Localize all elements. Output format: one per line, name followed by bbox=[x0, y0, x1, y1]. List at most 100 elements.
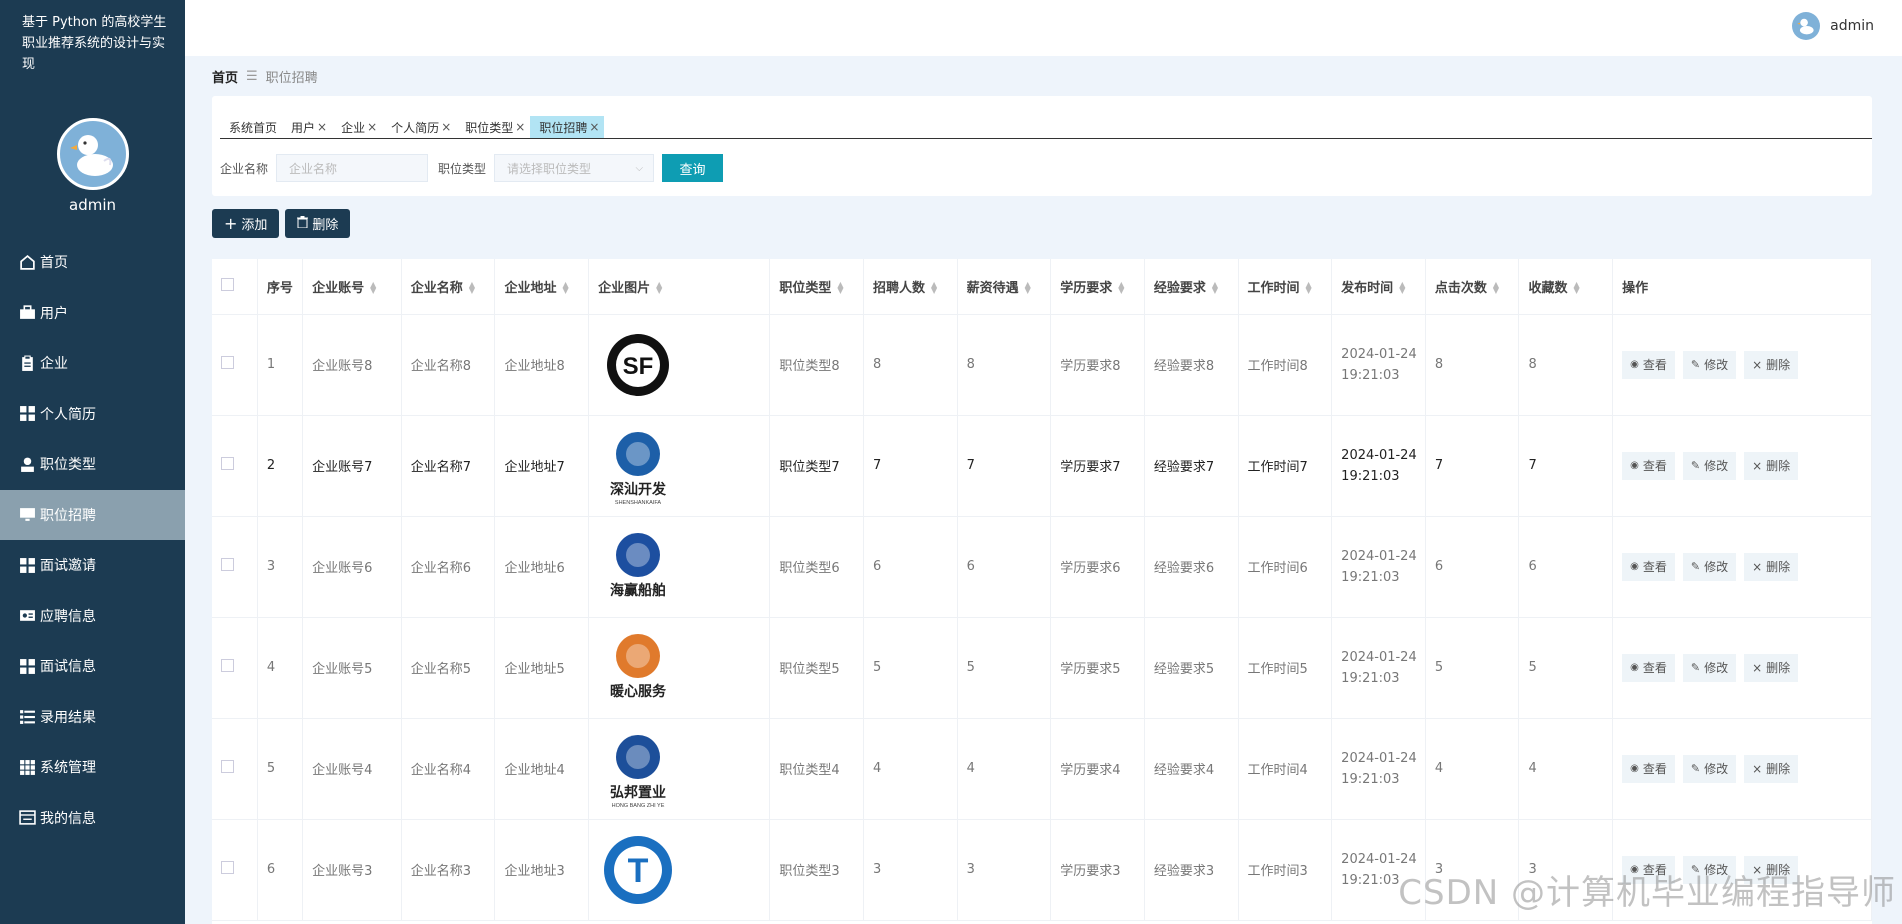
sort-icon[interactable]: ▲ ▼ bbox=[1212, 281, 1218, 295]
menu-item-system[interactable]: 系统管理 bbox=[0, 742, 185, 793]
cell-clicks: 7 bbox=[1425, 415, 1520, 517]
close-icon: × bbox=[1752, 559, 1763, 574]
cell-address: 企业地址4 bbox=[494, 718, 590, 820]
sort-icon[interactable]: ▲ ▼ bbox=[1493, 281, 1499, 295]
table-row: 4 企业账号5 企业名称5 企业地址5 暖心服务 职位类型5 5 5 学历要求5… bbox=[212, 617, 1872, 719]
menu-item-interview-info[interactable]: 面试信息 bbox=[0, 641, 185, 692]
menu-item-job-type[interactable]: 职位类型 bbox=[0, 439, 185, 490]
sort-icon[interactable]: ▲ ▼ bbox=[931, 281, 937, 295]
cell-edu: 学历要求8 bbox=[1050, 314, 1145, 416]
edit-button[interactable]: ✎ 修改 bbox=[1682, 552, 1737, 581]
cell-count: 8 bbox=[863, 314, 958, 416]
menu-item-home[interactable]: 首页 bbox=[0, 237, 185, 288]
cell-favs: 4 bbox=[1518, 718, 1614, 820]
tab-users[interactable]: 用户 × bbox=[282, 116, 333, 138]
row-checkbox[interactable] bbox=[221, 457, 234, 470]
sort-icon[interactable]: ▲ ▼ bbox=[469, 281, 475, 295]
row-delete-button[interactable]: × 删除 bbox=[1744, 451, 1799, 480]
view-button[interactable]: ◉ 查看 bbox=[1622, 451, 1675, 480]
close-icon[interactable]: × bbox=[515, 120, 525, 134]
view-button[interactable]: ◉ 查看 bbox=[1622, 754, 1675, 783]
menu-item-my-info[interactable]: 我的信息 bbox=[0, 793, 185, 844]
tab-resume[interactable]: 个人简历 × bbox=[382, 116, 457, 138]
eye-icon: ◉ bbox=[1630, 662, 1639, 673]
view-button[interactable]: ◉ 查看 bbox=[1622, 653, 1675, 682]
query-button[interactable]: 查询 bbox=[662, 154, 724, 182]
close-icon[interactable]: × bbox=[589, 120, 599, 134]
breadcrumb-home[interactable]: 首页 bbox=[212, 67, 238, 86]
cell-pub: 2024-01-24 19:21:03 bbox=[1331, 718, 1426, 820]
col-exp[interactable]: 经验要求 ▲ ▼ bbox=[1144, 259, 1239, 315]
col-ops: 操作 bbox=[1612, 259, 1872, 315]
sort-icon[interactable]: ▲ ▼ bbox=[837, 281, 843, 295]
menu-item-interview-invite[interactable]: 面试邀请 bbox=[0, 540, 185, 591]
view-button[interactable]: ◉ 查看 bbox=[1622, 350, 1675, 379]
menu-item-application[interactable]: 应聘信息 bbox=[0, 591, 185, 642]
col-salary[interactable]: 薪资待遇 ▲ ▼ bbox=[957, 259, 1052, 315]
company-name-input[interactable]: 企业名称 bbox=[276, 154, 429, 182]
pub-date: 2024-01-24 bbox=[1341, 750, 1417, 766]
sort-icon[interactable]: ▲ ▼ bbox=[370, 281, 376, 295]
row-checkbox[interactable] bbox=[221, 760, 234, 773]
menu-item-users[interactable]: 用户 bbox=[0, 288, 185, 339]
tab-company[interactable]: 企业 × bbox=[332, 116, 383, 138]
row-checkbox[interactable] bbox=[221, 861, 234, 874]
col-edu[interactable]: 学历要求 ▲ ▼ bbox=[1050, 259, 1145, 315]
col-count[interactable]: 招聘人数 ▲ ▼ bbox=[863, 259, 958, 315]
add-button[interactable]: + 添加 bbox=[212, 209, 280, 238]
cell-time: 工作时间3 bbox=[1238, 819, 1333, 921]
sort-icon[interactable]: ▲ ▼ bbox=[1573, 281, 1579, 295]
pub-time: 19:21:03 bbox=[1341, 468, 1400, 484]
col-address[interactable]: 企业地址 ▲ ▼ bbox=[494, 259, 590, 315]
menu-item-job-recruitment[interactable]: 职位招聘 bbox=[0, 489, 185, 540]
tab-job-recruitment[interactable]: 职位招聘 × bbox=[530, 116, 605, 138]
cell-no: 5 bbox=[257, 718, 304, 820]
cell-favs: 7 bbox=[1518, 415, 1614, 517]
edit-icon: ✎ bbox=[1690, 762, 1701, 775]
job-type-select[interactable]: 请选择职位类型 ⌵ bbox=[494, 154, 655, 182]
close-icon[interactable]: × bbox=[441, 120, 451, 134]
row-delete-button[interactable]: × 删除 bbox=[1744, 754, 1799, 783]
row-delete-button[interactable]: × 删除 bbox=[1744, 350, 1799, 379]
col-time[interactable]: 工作时间 ▲ ▼ bbox=[1238, 259, 1333, 315]
sort-icon[interactable]: ▲ ▼ bbox=[1025, 281, 1031, 295]
avatar[interactable] bbox=[56, 118, 129, 190]
batch-delete-button[interactable]: 删除 bbox=[285, 209, 351, 238]
sort-icon[interactable]: ▲ ▼ bbox=[1399, 281, 1405, 295]
close-icon[interactable]: × bbox=[317, 120, 327, 134]
row-delete-button[interactable]: × 删除 bbox=[1744, 653, 1799, 682]
menu-item-company[interactable]: 企业 bbox=[0, 338, 185, 389]
user-menu[interactable]: admin bbox=[1792, 12, 1874, 40]
edit-button[interactable]: ✎ 修改 bbox=[1682, 451, 1737, 480]
edit-button[interactable]: ✎ 修改 bbox=[1682, 350, 1737, 379]
col-name[interactable]: 企业名称 ▲ ▼ bbox=[401, 259, 496, 315]
sort-icon[interactable]: ▲ ▼ bbox=[1118, 281, 1124, 295]
col-account[interactable]: 企业账号 ▲ ▼ bbox=[302, 259, 402, 315]
sort-icon[interactable]: ▲ ▼ bbox=[1306, 281, 1312, 295]
menu-item-resume[interactable]: 个人简历 bbox=[0, 389, 185, 440]
cell-exp: 经验要求4 bbox=[1144, 718, 1239, 820]
tab-home[interactable]: 系统首页 bbox=[220, 116, 283, 138]
col-clicks[interactable]: 点击次数 ▲ ▼ bbox=[1425, 259, 1520, 315]
view-button[interactable]: ◉ 查看 bbox=[1622, 552, 1675, 581]
row-checkbox[interactable] bbox=[221, 356, 234, 369]
sort-icon[interactable]: ▲ ▼ bbox=[562, 281, 568, 295]
menu-item-hire-result[interactable]: 录用结果 bbox=[0, 692, 185, 743]
col-label: 企业地址 bbox=[504, 280, 557, 296]
select-all-checkbox[interactable] bbox=[221, 277, 234, 291]
edit-button[interactable]: ✎ 修改 bbox=[1682, 653, 1737, 682]
col-type[interactable]: 职位类型 ▲ ▼ bbox=[769, 259, 864, 315]
row-checkbox[interactable] bbox=[221, 558, 234, 571]
edit-button[interactable]: ✎ 修改 bbox=[1682, 754, 1737, 783]
close-icon[interactable]: × bbox=[367, 120, 377, 134]
cell-edu: 学历要求4 bbox=[1050, 718, 1145, 820]
col-pub[interactable]: 发布时间 ▲ ▼ bbox=[1331, 259, 1426, 315]
tab-job-type[interactable]: 职位类型 × bbox=[456, 116, 531, 138]
breadcrumb-current: 职位招聘 bbox=[265, 71, 318, 86]
col-favs[interactable]: 收藏数 ▲ ▼ bbox=[1518, 259, 1614, 315]
col-image[interactable]: 企业图片 ▲ ▼ bbox=[588, 259, 771, 315]
cell-count: 3 bbox=[863, 819, 958, 921]
sort-icon[interactable]: ▲ ▼ bbox=[656, 281, 662, 295]
row-delete-button[interactable]: × 删除 bbox=[1744, 552, 1799, 581]
row-checkbox[interactable] bbox=[221, 659, 234, 672]
